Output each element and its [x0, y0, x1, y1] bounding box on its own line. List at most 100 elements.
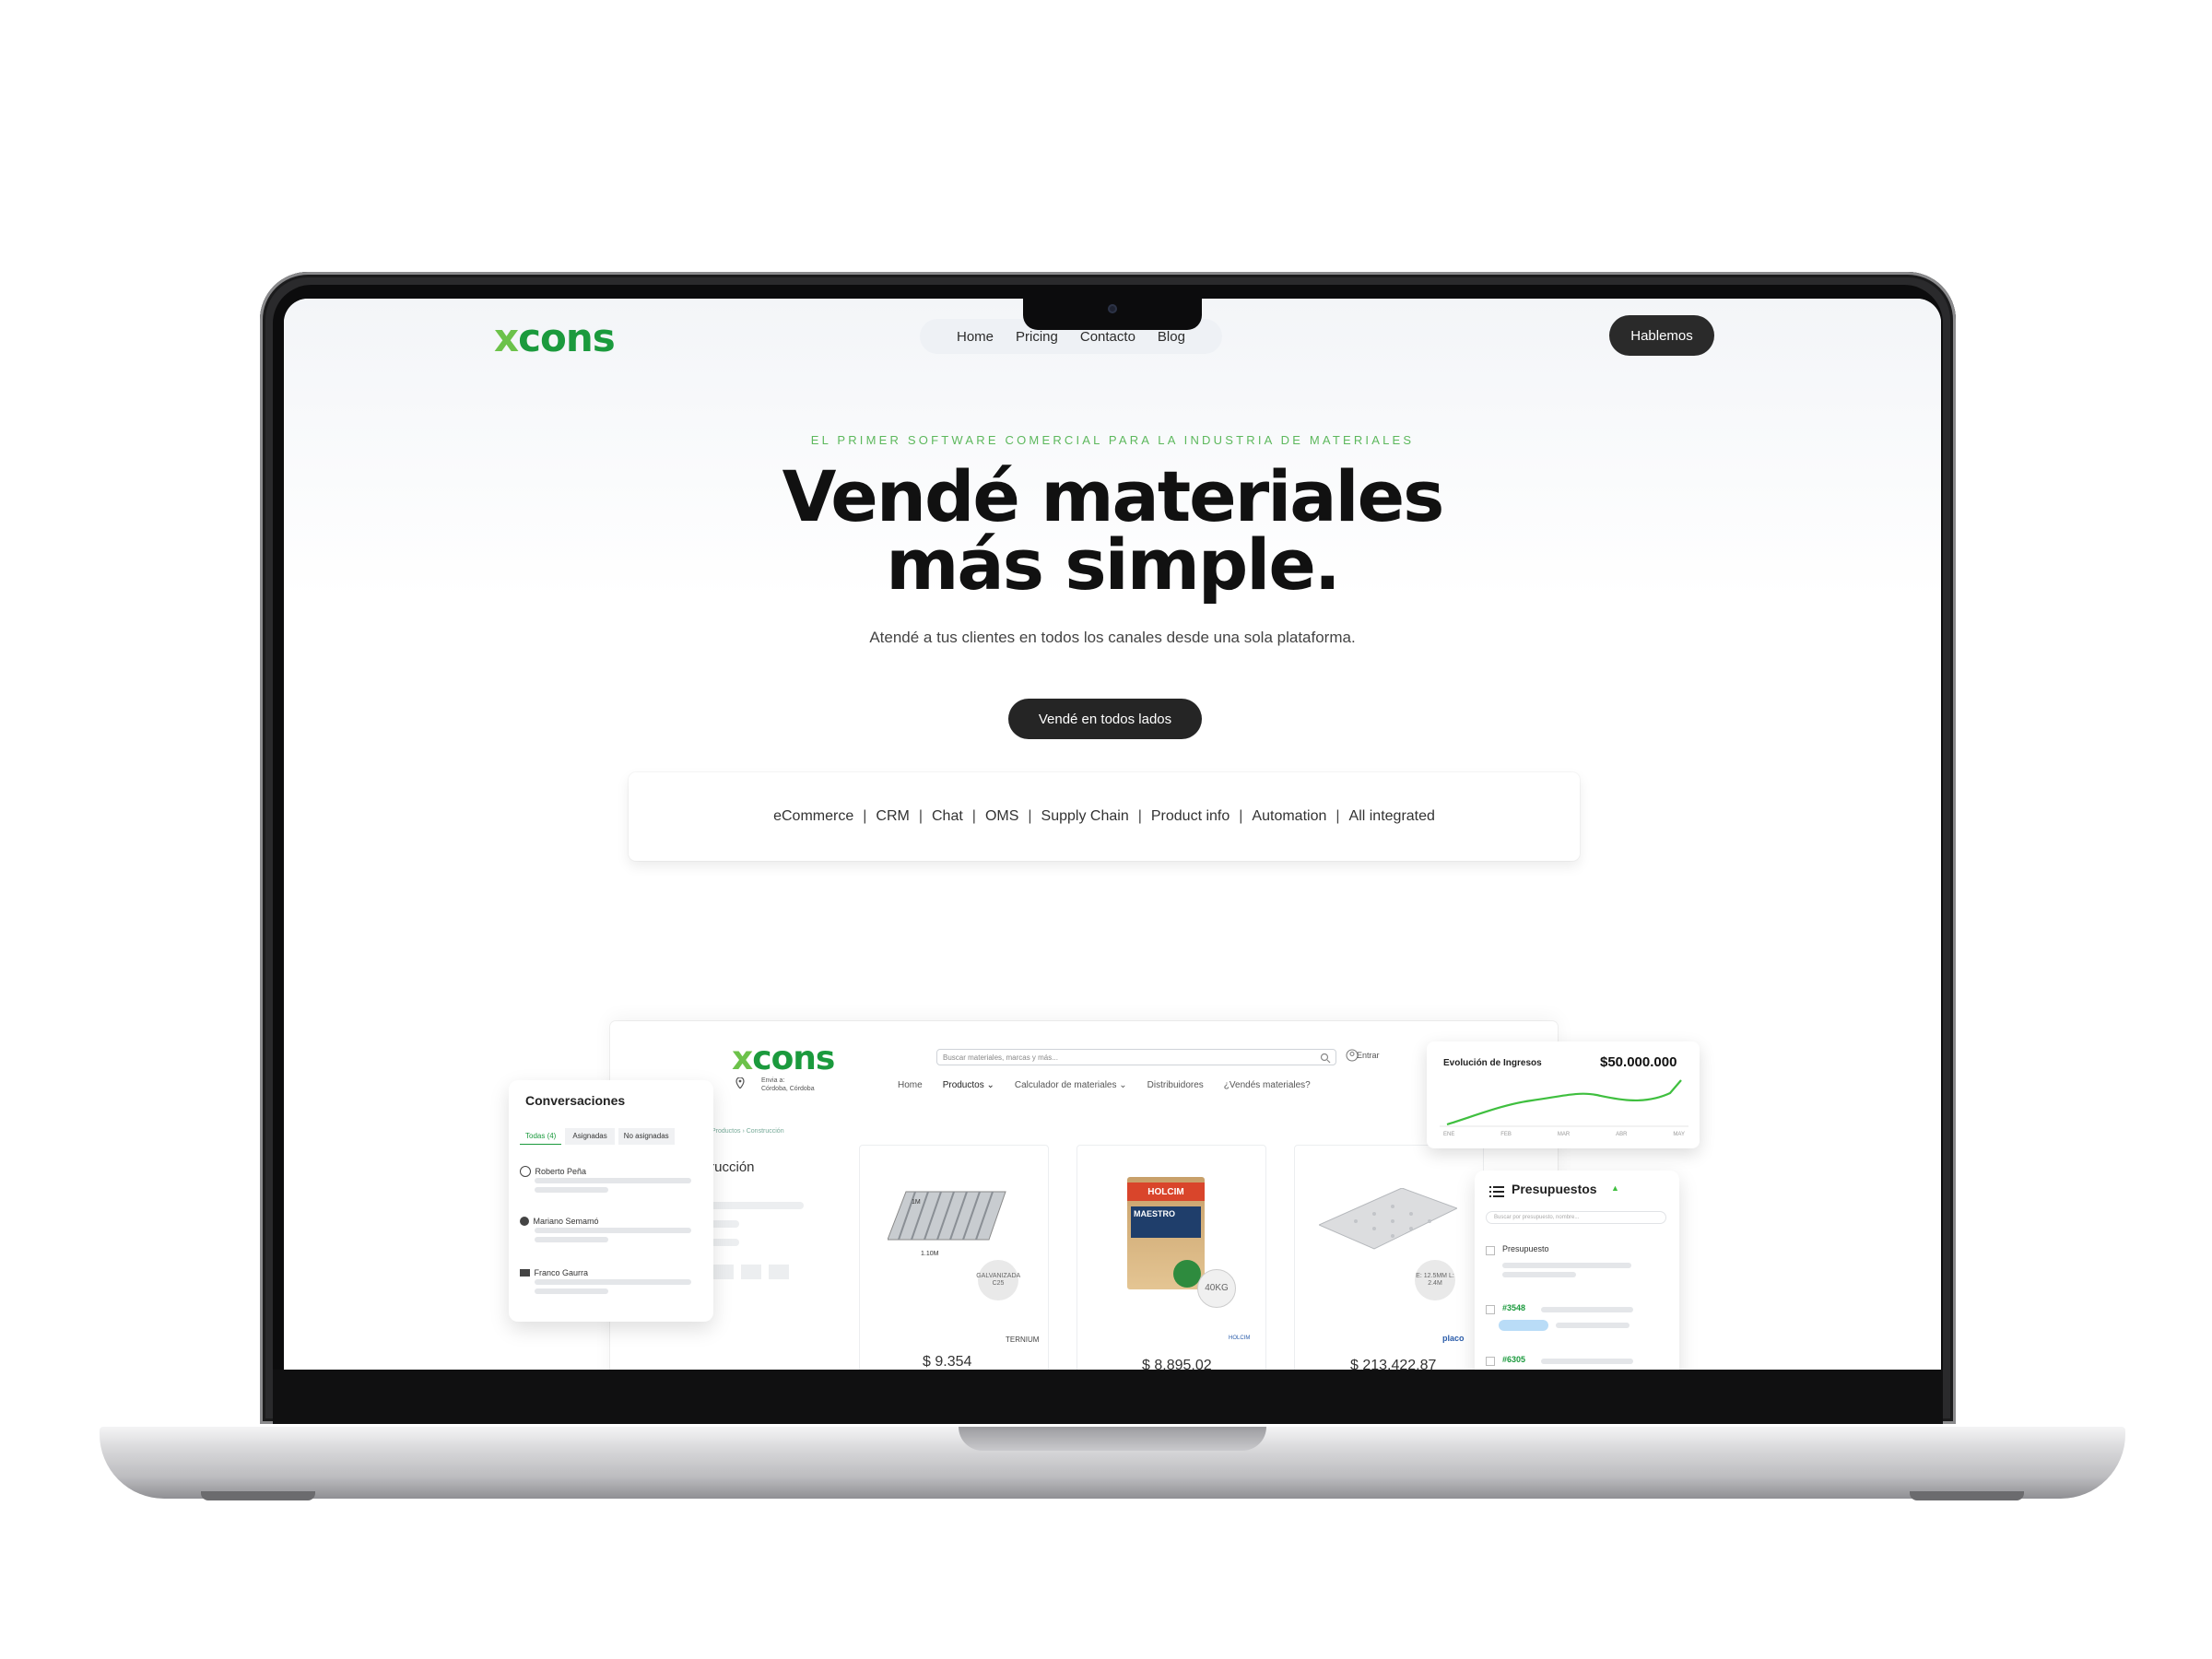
nav-blog[interactable]: Blog [1158, 329, 1185, 345]
contact-name: Franco Gaurra [534, 1267, 588, 1277]
dimension-label: 1M [912, 1199, 921, 1206]
mockup-nav-distribuidores[interactable]: Distribuidores [1147, 1080, 1204, 1090]
weight-badge: 40KG [1197, 1269, 1236, 1308]
feature-all-integrated: All integrated [1348, 808, 1435, 824]
filter-chip [713, 1265, 734, 1279]
message-preview [535, 1187, 608, 1193]
product-badge: GALVANIZADA C25 [976, 1260, 1020, 1300]
message-preview [535, 1288, 608, 1294]
mail-icon [520, 1268, 530, 1277]
mockup-nav-productos[interactable]: Productos ⌄ [943, 1080, 994, 1090]
contact-name: Roberto Peña [535, 1166, 586, 1176]
mockup-search-input[interactable]: Buscar materiales, marcas y más... [936, 1049, 1336, 1065]
budget-id[interactable]: #6305 [1502, 1355, 1525, 1364]
laptop-hinge-cutout [959, 1427, 1266, 1451]
month-label: FEB [1500, 1132, 1512, 1137]
income-chart-card: Evolución de Ingresos $50.000.000 ENE FE… [1427, 1041, 1700, 1148]
nav-home[interactable]: Home [957, 329, 994, 345]
drywall-board-image [1317, 1187, 1459, 1257]
bag-brand: HOLCIM [1127, 1182, 1205, 1201]
row-placeholder [1541, 1359, 1633, 1364]
tab-todas[interactable]: Todas (4) [520, 1128, 562, 1145]
caret-up-icon[interactable]: ▲ [1611, 1183, 1619, 1193]
features-strip: eCommerce | CRM | Chat | OMS | Supply Ch… [629, 772, 1580, 861]
hero-headline-line2: más simple. [886, 524, 1341, 606]
camera-icon [1108, 304, 1117, 313]
budgets-title: Presupuestos [1512, 1182, 1597, 1196]
mockup-nav-home[interactable]: Home [898, 1080, 923, 1090]
hero-headline: Vendé materiales más simple. [284, 462, 1941, 606]
conversation-item[interactable]: Roberto Peña [520, 1163, 700, 1193]
row-checkbox[interactable] [1486, 1305, 1495, 1314]
list-icon [1489, 1185, 1504, 1202]
metal-sheet-image [887, 1182, 1007, 1252]
feature-ecommerce: eCommerce [773, 808, 854, 824]
budgets-search-input[interactable]: Buscar por presupuesto, nombre... [1486, 1211, 1666, 1224]
contact-name: Mariano Semamó [533, 1216, 599, 1226]
feature-automation: Automation [1252, 808, 1327, 824]
product-card[interactable]: E: 12.5MM L: 2.4M placo $ 213.422,87 [1294, 1145, 1484, 1370]
mockup-login-link[interactable]: Entrar [1357, 1051, 1380, 1060]
tab-asignadas[interactable]: Asignadas [565, 1128, 615, 1145]
product-card[interactable]: 1M 1.10M GALVANIZADA C25 TERNIUM $ 9.354 [859, 1145, 1049, 1370]
site-logo[interactable]: xcons [494, 315, 616, 360]
conversations-panel: Conversaciones Todas (4) Asignadas No as… [509, 1080, 713, 1322]
product-card[interactable]: HOLCIM MAESTRO 40KG HOLCIM $ 8.895,02 [1077, 1145, 1266, 1370]
budget-id[interactable]: #3548 [1502, 1303, 1525, 1312]
laptop-foot [201, 1491, 315, 1500]
feature-product-info: Product info [1150, 808, 1230, 824]
mockup-location[interactable]: Envia a: Córdoba, Córdoba [761, 1077, 815, 1093]
mockup-nav: Home Productos ⌄ Calculador de materiale… [898, 1080, 1311, 1090]
brand-label: placo [1442, 1334, 1465, 1343]
row-checkbox[interactable] [1486, 1357, 1495, 1366]
product-price: $ 213.422,87 [1350, 1358, 1437, 1370]
conversation-item[interactable]: Franco Gaurra [520, 1265, 700, 1294]
product-badge: E: 12.5MM L: 2.4M [1415, 1260, 1455, 1300]
budgets-column-header: Presupuesto [1502, 1244, 1549, 1253]
message-preview [535, 1228, 691, 1233]
message-preview [535, 1178, 691, 1183]
conversation-item[interactable]: Mariano Semamó [520, 1213, 700, 1242]
feature-separator: | [1028, 808, 1032, 824]
nav-pricing[interactable]: Pricing [1016, 329, 1058, 345]
hablemos-button[interactable]: Hablemos [1609, 315, 1714, 356]
row-placeholder [1541, 1307, 1633, 1312]
feature-separator: | [1137, 808, 1142, 824]
feature-separator: | [971, 808, 976, 824]
filter-chip [741, 1265, 761, 1279]
brand-label: TERNIUM [1006, 1335, 1040, 1344]
month-label: MAY [1673, 1132, 1685, 1137]
brand-label: HOLCIM [1229, 1335, 1251, 1341]
hero-subtitle: Atendé a tus clientes en todos los canal… [869, 629, 1356, 646]
nav-contacto[interactable]: Contacto [1080, 329, 1135, 345]
tab-no-asignadas[interactable]: No asignadas [618, 1128, 675, 1145]
message-preview [535, 1237, 608, 1242]
month-label: MAR [1557, 1132, 1571, 1137]
message-preview [535, 1279, 691, 1285]
feature-separator: | [1335, 808, 1340, 824]
laptop-screen: xcons Home Pricing Contacto Blog Hablemo… [284, 299, 1941, 1370]
chart-total: $50.000.000 [1600, 1054, 1677, 1070]
feature-oms: OMS [984, 808, 1019, 824]
mockup-logo: xcons [732, 1040, 835, 1077]
feature-separator: | [918, 808, 923, 824]
location-pin-icon [735, 1077, 745, 1089]
facebook-icon [520, 1216, 529, 1226]
mockup-breadcrumb[interactable]: Productos › Construcción [712, 1128, 784, 1135]
laptop-bottom-bezel [273, 1370, 1943, 1424]
location-line2: Córdoba, Córdoba [761, 1086, 815, 1092]
mockup-nav-calculador[interactable]: Calculador de materiales ⌄ [1015, 1080, 1127, 1090]
feature-chat: Chat [931, 808, 963, 824]
location-line1: Envia a: [761, 1077, 785, 1084]
feature-crm: CRM [876, 808, 910, 824]
chart-x-axis: ENE FEB MAR ABR MAY [1443, 1132, 1685, 1137]
vende-en-todos-lados-button[interactable]: Vendé en todos lados [1008, 699, 1202, 739]
hero-eyebrow: EL PRIMER SOFTWARE COMERCIAL PARA LA IND… [810, 433, 1415, 447]
select-all-checkbox[interactable] [1486, 1246, 1495, 1255]
feature-separator: | [863, 808, 867, 824]
filter-placeholder [702, 1202, 804, 1209]
search-icon[interactable] [1320, 1052, 1331, 1068]
row-placeholder [1502, 1272, 1576, 1277]
conversations-title: Conversaciones [525, 1093, 626, 1108]
mockup-nav-vendes[interactable]: ¿Vendés materiales? [1224, 1080, 1311, 1090]
